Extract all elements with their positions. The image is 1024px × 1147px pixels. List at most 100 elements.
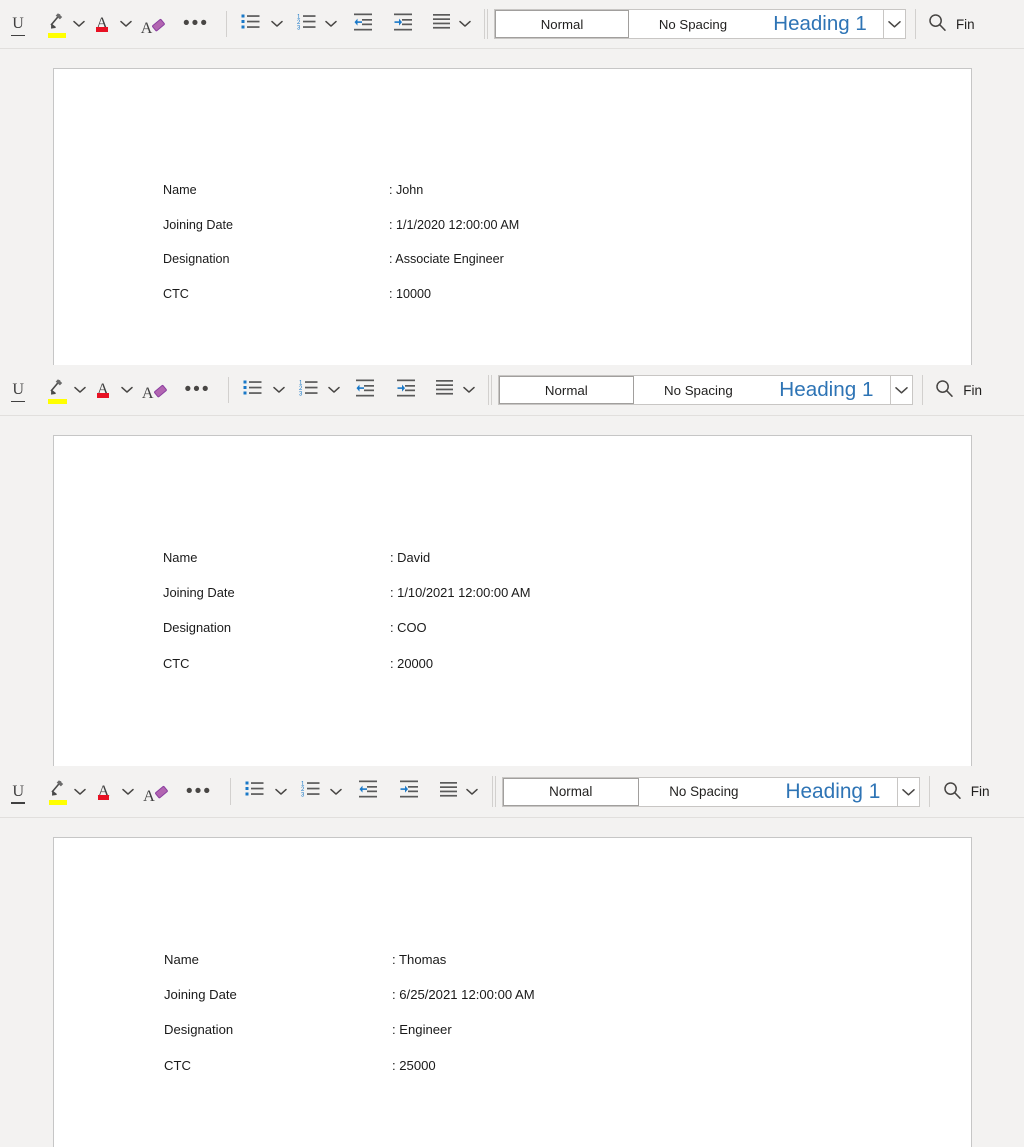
align-icon (433, 12, 451, 36)
document-window-3: UAA•••123NormalNo SpacingHeading 1FinNam… (0, 766, 1024, 1147)
detail-row: Name: John (163, 183, 519, 218)
font-color-button[interactable]: A (90, 365, 116, 415)
text-highlight-color-dropdown[interactable] (69, 0, 89, 48)
detail-row: Name: David (163, 550, 530, 585)
numbering-button[interactable]: 123 (290, 365, 322, 415)
chevron-down-icon (463, 381, 475, 399)
bullets-dropdown[interactable] (268, 365, 290, 415)
detail-row: Joining Date: 1/10/2021 12:00:00 AM (163, 585, 530, 620)
style-item-no-spacing[interactable]: No Spacing (629, 10, 757, 38)
increase-indent-icon (400, 779, 419, 804)
styles-gallery: NormalNo SpacingHeading 1 (494, 9, 906, 39)
style-item-normal[interactable]: Normal (499, 376, 634, 404)
numbered-list-icon: 123 (297, 12, 318, 37)
chevron-down-icon (273, 381, 285, 399)
underline-button[interactable]: U (0, 766, 37, 817)
font-color-dropdown[interactable] (116, 365, 138, 415)
bullets-dropdown[interactable] (266, 0, 288, 48)
paragraph-alignment-dropdown[interactable] (461, 766, 483, 817)
style-item-heading-1[interactable]: Heading 1 (769, 778, 897, 806)
style-item-heading-1[interactable]: Heading 1 (757, 10, 883, 38)
find-button[interactable]: Fin (928, 0, 975, 48)
increase-indent-icon (394, 12, 413, 37)
numbering-dropdown[interactable] (322, 365, 344, 415)
styles-gallery-more-button[interactable] (897, 778, 919, 806)
style-item-heading-1[interactable]: Heading 1 (763, 376, 890, 404)
font-color-dropdown[interactable] (115, 0, 137, 48)
bullets-dropdown[interactable] (270, 766, 292, 817)
detail-value: : 1/1/2020 12:00:00 AM (389, 218, 519, 232)
detail-row: CTC: 20000 (163, 656, 530, 691)
numbered-list-icon: 123 (299, 378, 320, 403)
style-item-normal[interactable]: Normal (495, 10, 629, 38)
numbering-button[interactable]: 123 (293, 766, 326, 817)
styles-gallery-more-button[interactable] (890, 376, 912, 404)
chevron-down-icon (459, 15, 471, 33)
clear-all-formatting-button[interactable]: A (137, 0, 175, 48)
clear-all-formatting-button[interactable]: A (138, 365, 176, 415)
paragraph-alignment-button[interactable] (420, 0, 454, 48)
text-highlight-color-dropdown[interactable] (70, 766, 90, 817)
detail-row: CTC: 10000 (163, 287, 519, 322)
clear-formatting-icon: A (143, 779, 174, 804)
document-page[interactable]: Name: DavidJoining Date: 1/10/2021 12:00… (53, 435, 972, 766)
paragraph-alignment-button[interactable] (427, 766, 462, 817)
chevron-down-icon (122, 783, 134, 801)
find-button[interactable]: Fin (943, 766, 990, 817)
text-highlight-color-button[interactable] (36, 365, 69, 415)
bullets-button[interactable] (238, 365, 268, 415)
highlighter-icon (47, 11, 66, 38)
decrease-indent-icon (356, 378, 375, 403)
more-font-options-button[interactable]: ••• (178, 766, 221, 817)
document-page[interactable]: Name: JohnJoining Date: 1/1/2020 12:00:0… (53, 68, 972, 365)
text-highlight-color-button[interactable] (37, 766, 71, 817)
styles-gallery-more-button[interactable] (883, 10, 905, 38)
more-font-options-button[interactable]: ••• (175, 0, 217, 48)
document-window-1: UAA•••123NormalNo SpacingHeading 1FinNam… (0, 0, 1024, 365)
align-icon (440, 780, 458, 804)
paragraph-alignment-dropdown[interactable] (458, 365, 480, 415)
chevron-down-icon (74, 381, 86, 399)
bullets-button[interactable] (236, 0, 266, 48)
detail-row: Designation: COO (163, 620, 530, 655)
increase-indent-button[interactable] (384, 766, 427, 817)
underline-button[interactable]: U (0, 0, 36, 48)
clear-all-formatting-button[interactable]: A (139, 766, 178, 817)
more-font-options-button[interactable]: ••• (176, 365, 218, 415)
document-page[interactable]: Name: ThomasJoining Date: 6/25/2021 12:0… (53, 837, 972, 1147)
paragraph-alignment-dropdown[interactable] (454, 0, 476, 48)
style-item-normal[interactable]: Normal (503, 778, 639, 806)
find-button[interactable]: Fin (935, 365, 982, 415)
detail-row: CTC: 25000 (164, 1058, 535, 1093)
font-color-button[interactable]: A (89, 0, 115, 48)
decrease-indent-button[interactable] (345, 365, 381, 415)
detail-value: : Engineer (392, 1022, 452, 1037)
paragraph-alignment-button[interactable] (423, 365, 457, 415)
numbering-button[interactable]: 123 (288, 0, 320, 48)
numbering-dropdown[interactable] (320, 0, 342, 48)
style-label: Heading 1 (779, 378, 873, 402)
detail-value: : 10000 (389, 287, 431, 301)
detail-label: Joining Date (164, 987, 392, 1002)
increase-indent-button[interactable] (378, 0, 420, 48)
clear-formatting-icon: A (141, 12, 172, 37)
chevron-down-icon (74, 783, 86, 801)
underline-icon: U (12, 382, 24, 398)
text-highlight-color-button[interactable] (36, 0, 69, 48)
text-highlight-color-dropdown[interactable] (70, 365, 90, 415)
font-color-dropdown[interactable] (117, 766, 139, 817)
style-item-no-spacing[interactable]: No Spacing (634, 376, 763, 404)
decrease-indent-button[interactable] (347, 766, 384, 817)
increase-indent-icon (397, 378, 416, 403)
underline-button[interactable]: U (0, 365, 36, 415)
toolbar-separator (228, 377, 229, 403)
styles-gallery: NormalNo Spacing Heading 1 (498, 375, 913, 405)
style-item-no-spacing[interactable]: No Spacing (639, 778, 769, 806)
bullets-button[interactable] (240, 766, 270, 817)
decrease-indent-button[interactable] (342, 0, 378, 48)
employee-details-block: Name: JohnJoining Date: 1/1/2020 12:00:0… (163, 183, 519, 321)
toolbar-separator (226, 11, 227, 37)
font-color-button[interactable]: A (90, 766, 116, 817)
increase-indent-button[interactable] (381, 365, 423, 415)
numbering-dropdown[interactable] (325, 766, 347, 817)
